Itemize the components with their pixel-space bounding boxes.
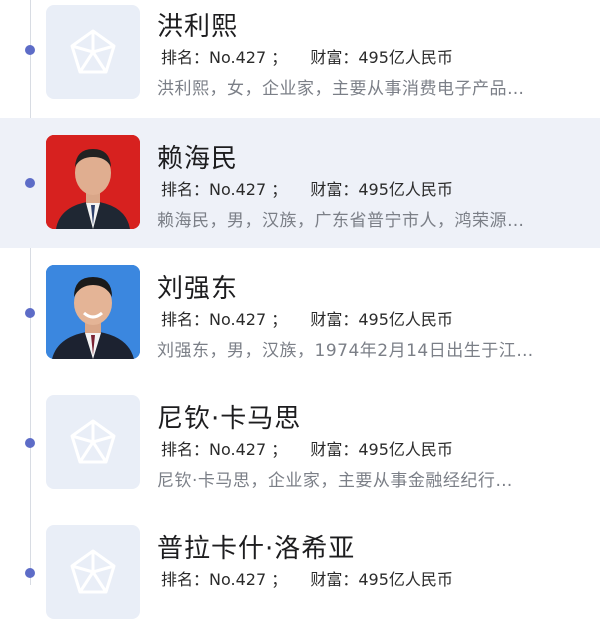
rank-label: 排名： bbox=[161, 48, 210, 67]
placeholder-icon bbox=[70, 29, 116, 74]
rank-label: 排名： bbox=[161, 570, 210, 589]
meta-separator: ； bbox=[271, 440, 288, 459]
wealth-label: 财富： bbox=[310, 180, 359, 199]
rank-value: No.427 bbox=[209, 48, 267, 67]
person-description: 尼钦·卡马思，企业家，主要从事金融经纪行… bbox=[157, 471, 513, 491]
wealth-value: 495亿人民币 bbox=[358, 180, 453, 199]
list-item[interactable]: 赖海民 排名：No.427 ； 财富：495亿人民币 赖海民，男，汉族，广东省普… bbox=[0, 118, 600, 248]
person-meta: 排名：No.427 ； 财富：495亿人民币 bbox=[161, 566, 453, 590]
wealth-value: 495亿人民币 bbox=[358, 570, 453, 589]
wealth-label: 财富： bbox=[310, 570, 359, 589]
portrait-photo bbox=[46, 265, 140, 359]
portrait-photo bbox=[46, 135, 140, 229]
rank-value: No.427 bbox=[209, 180, 267, 199]
person-meta: 排名：No.427 ； 财富：495亿人民币 bbox=[161, 44, 453, 68]
timeline-dot bbox=[25, 308, 35, 318]
list-item[interactable]: 普拉卡什·洛希亚 排名：No.427 ； 财富：495亿人民币 bbox=[0, 508, 600, 619]
wealth-label: 财富： bbox=[310, 310, 359, 329]
list-item[interactable]: 刘强东 排名：No.427 ； 财富：495亿人民币 刘强东，男，汉族，1974… bbox=[0, 248, 600, 378]
rank-value: No.427 bbox=[209, 440, 267, 459]
timeline-dot bbox=[25, 45, 35, 55]
person-description: 赖海民，男，汉族，广东省普宁市人，鸿荣源… bbox=[157, 211, 525, 231]
person-name[interactable]: 赖海民 bbox=[157, 138, 238, 175]
person-description: 洪利熙，女，企业家，主要从事消费电子产品… bbox=[157, 79, 525, 99]
placeholder-icon bbox=[70, 549, 116, 594]
meta-separator: ； bbox=[271, 180, 288, 199]
rank-label: 排名： bbox=[161, 180, 210, 199]
person-meta: 排名：No.427 ； 财富：495亿人民币 bbox=[161, 176, 453, 200]
rank-label: 排名： bbox=[161, 310, 210, 329]
list-item[interactable]: 洪利熙 排名：No.427 ； 财富：495亿人民币 洪利熙，女，企业家，主要从… bbox=[0, 0, 600, 130]
person-name[interactable]: 普拉卡什·洛希亚 bbox=[157, 528, 355, 565]
timeline-dot bbox=[25, 178, 35, 188]
avatar-placeholder[interactable] bbox=[46, 5, 140, 99]
person-meta: 排名：No.427 ； 财富：495亿人民币 bbox=[161, 436, 453, 460]
person-meta: 排名：No.427 ； 财富：495亿人民币 bbox=[161, 306, 453, 330]
avatar-photo[interactable] bbox=[46, 135, 140, 229]
wealth-value: 495亿人民币 bbox=[358, 310, 453, 329]
person-name[interactable]: 洪利熙 bbox=[157, 6, 238, 43]
meta-separator: ； bbox=[271, 570, 288, 589]
meta-separator: ； bbox=[271, 48, 288, 67]
timeline-dot bbox=[25, 568, 35, 578]
person-name[interactable]: 尼钦·卡马思 bbox=[157, 398, 301, 435]
wealth-value: 495亿人民币 bbox=[358, 48, 453, 67]
avatar-placeholder[interactable] bbox=[46, 395, 140, 489]
placeholder-icon bbox=[70, 419, 116, 464]
person-description: 刘强东，男，汉族，1974年2月14日出生于江… bbox=[157, 341, 534, 361]
rank-value: No.427 bbox=[209, 570, 267, 589]
rank-value: No.427 bbox=[209, 310, 267, 329]
wealth-value: 495亿人民币 bbox=[358, 440, 453, 459]
avatar-photo[interactable] bbox=[46, 265, 140, 359]
meta-separator: ； bbox=[271, 310, 288, 329]
person-name[interactable]: 刘强东 bbox=[157, 268, 238, 305]
rich-list: 洪利熙 排名：No.427 ； 财富：495亿人民币 洪利熙，女，企业家，主要从… bbox=[0, 0, 600, 619]
rank-label: 排名： bbox=[161, 440, 210, 459]
list-item[interactable]: 尼钦·卡马思 排名：No.427 ； 财富：495亿人民币 尼钦·卡马思，企业家… bbox=[0, 378, 600, 508]
timeline-dot bbox=[25, 438, 35, 448]
wealth-label: 财富： bbox=[310, 48, 359, 67]
wealth-label: 财富： bbox=[310, 440, 359, 459]
avatar-placeholder[interactable] bbox=[46, 525, 140, 619]
